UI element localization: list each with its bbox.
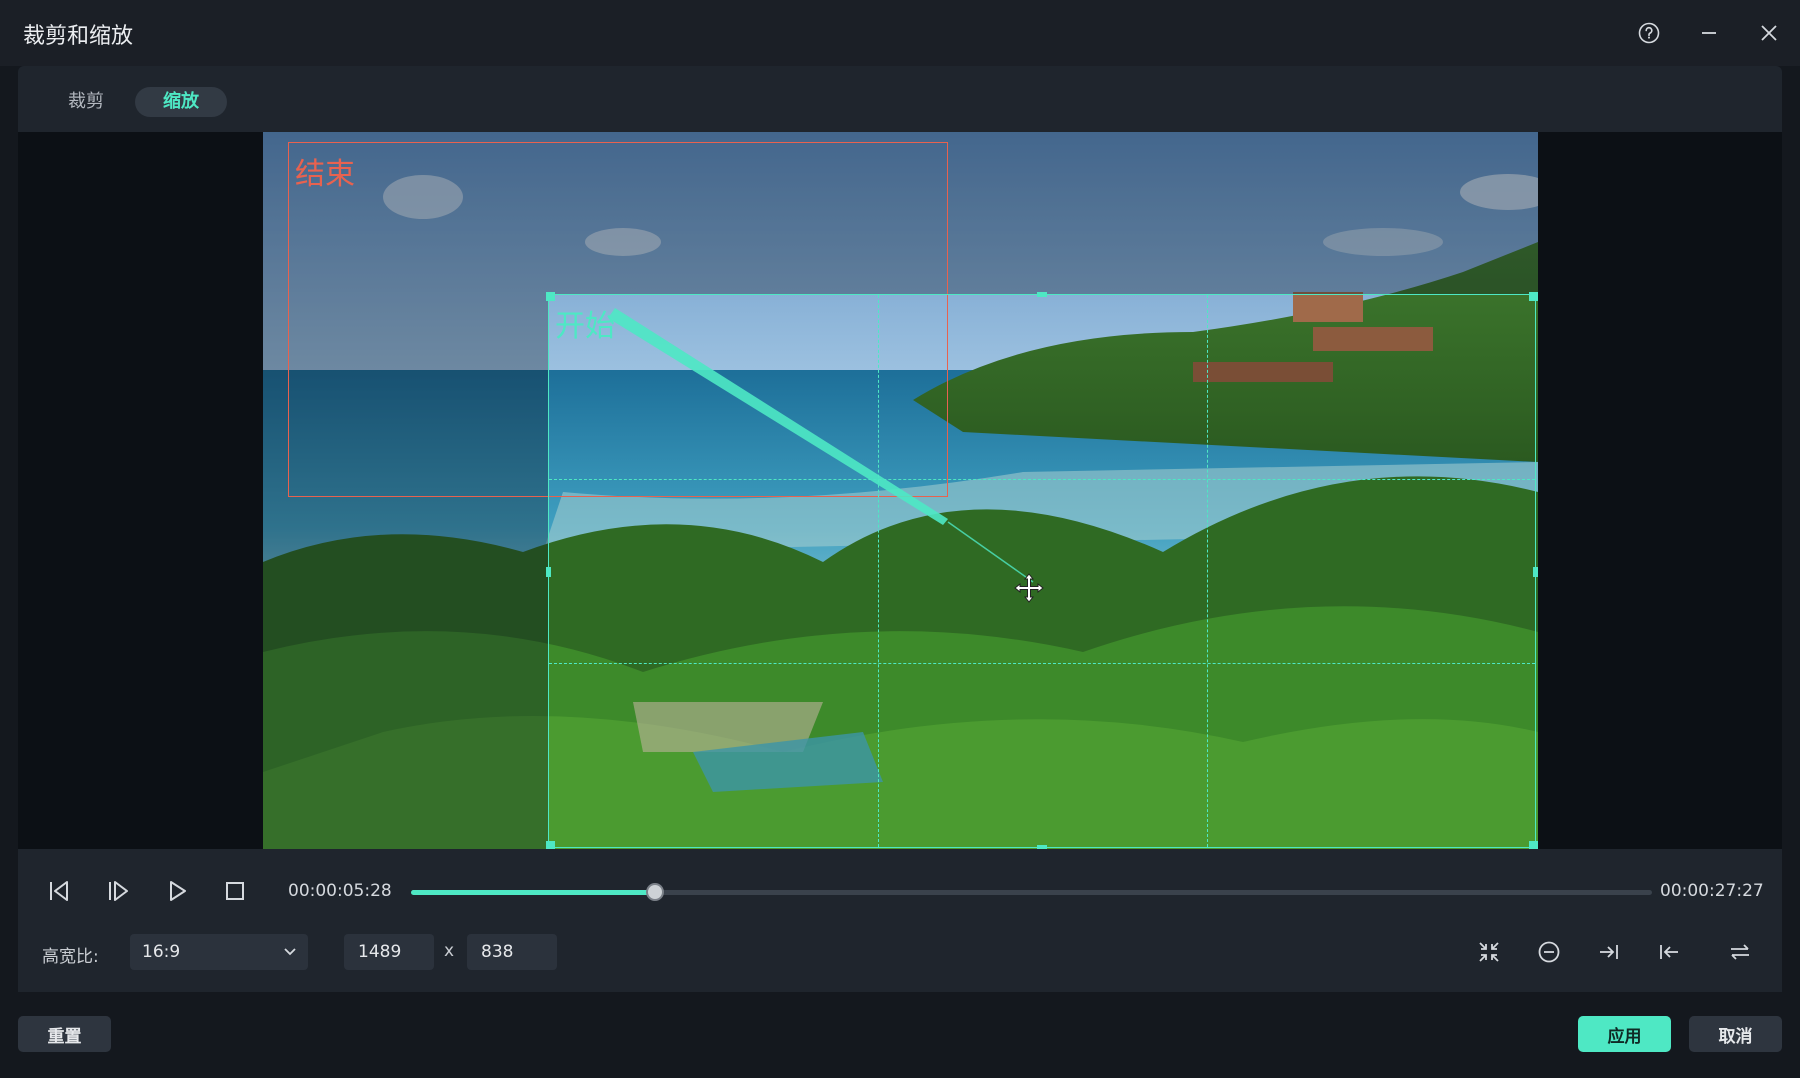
to-end-icon [1600,945,1618,959]
aspect-value: 16:9 [142,942,181,962]
reset-button[interactable]: 重置 [18,1016,111,1052]
minimize-icon [1702,32,1716,34]
fit-button[interactable] [1472,935,1506,969]
grid-line-v2 [1207,295,1208,847]
to-start-icon [1660,945,1678,959]
timeline-progress [411,890,656,895]
title-bar: 裁剪和缩放 [0,0,1800,66]
grid-line-h1 [549,479,1535,480]
prev-frame-icon [50,881,68,901]
tab-crop[interactable]: 裁剪 [40,87,132,117]
resize-handle-bottom-right[interactable] [1529,841,1538,849]
aspect-select[interactable]: 16:9 [130,934,308,970]
grid-line-h2 [549,663,1535,664]
resize-handle-right[interactable] [1533,567,1538,577]
resize-handle-top-right[interactable] [1529,292,1538,301]
tab-zoom[interactable]: 缩放 [135,87,227,117]
chevron-down-icon [284,948,296,956]
prev-frame-button[interactable] [42,874,76,908]
move-cursor-icon [1014,573,1044,603]
help-button[interactable] [1632,16,1666,50]
help-icon [1638,22,1660,44]
swap-icon [1731,944,1749,960]
resize-handle-top[interactable] [1037,292,1047,297]
minimize-button[interactable] [1692,16,1726,50]
preview-viewer: 结束 开始 [18,132,1782,849]
play-button[interactable] [160,874,194,908]
width-input[interactable] [344,934,434,970]
current-time: 00:00:05:28 [288,881,392,901]
next-frame-button[interactable] [101,874,135,908]
close-icon [1761,25,1777,41]
resize-handle-left[interactable] [546,567,551,577]
start-zoom-box[interactable]: 开始 [546,292,1538,849]
grid-line-v1 [878,295,879,847]
height-input[interactable] [467,934,557,970]
control-bar: 00:00:05:28 00:00:27:27 高宽比: 16:9 x [18,849,1782,992]
total-time: 00:00:27:27 [1660,881,1764,901]
timeline-slider[interactable] [411,883,1652,901]
stop-button[interactable] [218,874,252,908]
swap-button[interactable] [1723,935,1757,969]
size-separator: x [444,941,455,961]
window-title: 裁剪和缩放 [23,24,134,49]
fit-icon [1479,942,1499,962]
video-frame[interactable]: 结束 开始 [263,132,1538,849]
end-label: 结束 [295,157,355,192]
resize-handle-top-left[interactable] [546,292,555,301]
timeline-playhead[interactable] [646,883,665,901]
to-end-button[interactable] [1592,935,1626,969]
mode-tabs: 裁剪 缩放 [18,66,1782,132]
close-button[interactable] [1752,16,1786,50]
zoom-out-button[interactable] [1532,935,1566,969]
apply-button[interactable]: 应用 [1578,1016,1671,1052]
play-icon [170,881,186,901]
next-frame-icon [109,881,128,901]
aspect-label: 高宽比: [42,947,99,967]
stop-icon [226,882,244,900]
zoom-out-icon [1538,941,1560,963]
start-label: 开始 [555,309,615,344]
cancel-button[interactable]: 取消 [1689,1016,1782,1052]
resize-handle-bottom-left[interactable] [546,841,555,849]
to-start-button[interactable] [1652,935,1686,969]
